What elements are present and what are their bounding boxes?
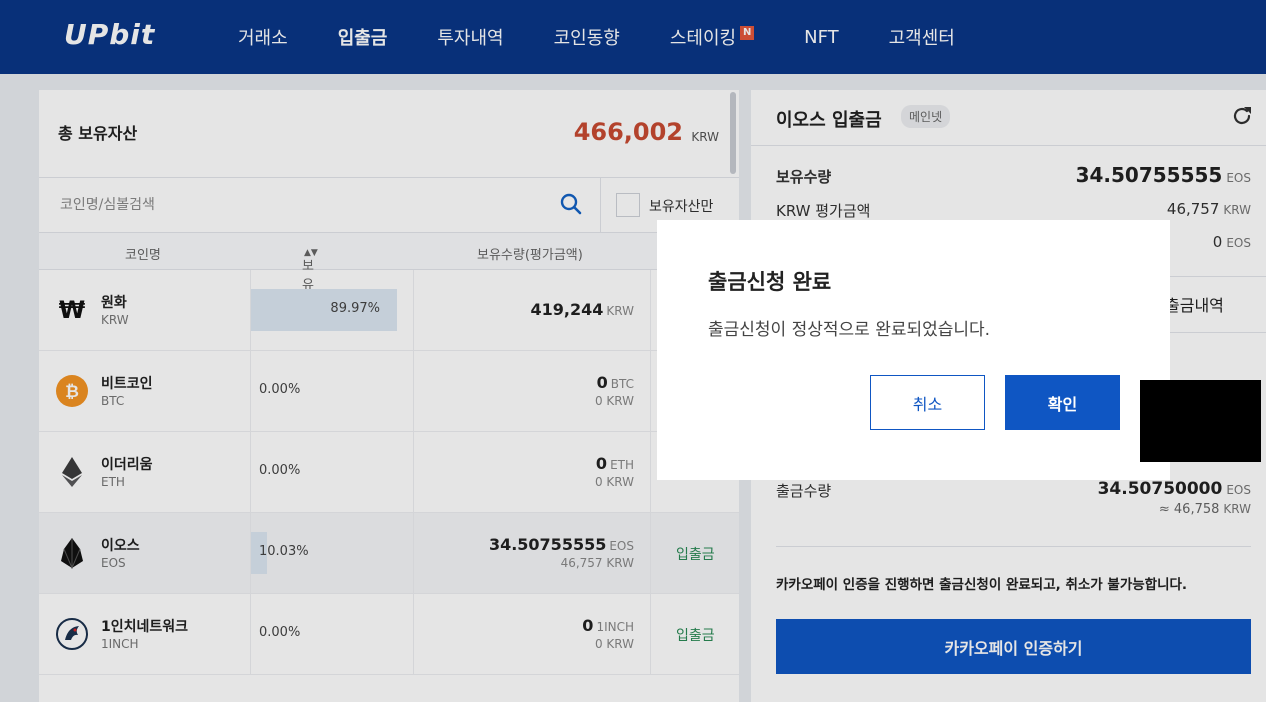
dialog-title: 출금신청 완료: [708, 270, 832, 294]
withdraw-complete-dialog: 출금신청 완료 출금신청이 정상적으로 완료되었습니다. 취소 확인: [657, 220, 1170, 480]
dialog-message: 출금신청이 정상적으로 완료되었습니다.: [708, 320, 991, 340]
redacted-area: [1140, 380, 1261, 462]
cancel-button[interactable]: 취소: [870, 375, 985, 430]
confirm-button[interactable]: 확인: [1005, 375, 1120, 430]
